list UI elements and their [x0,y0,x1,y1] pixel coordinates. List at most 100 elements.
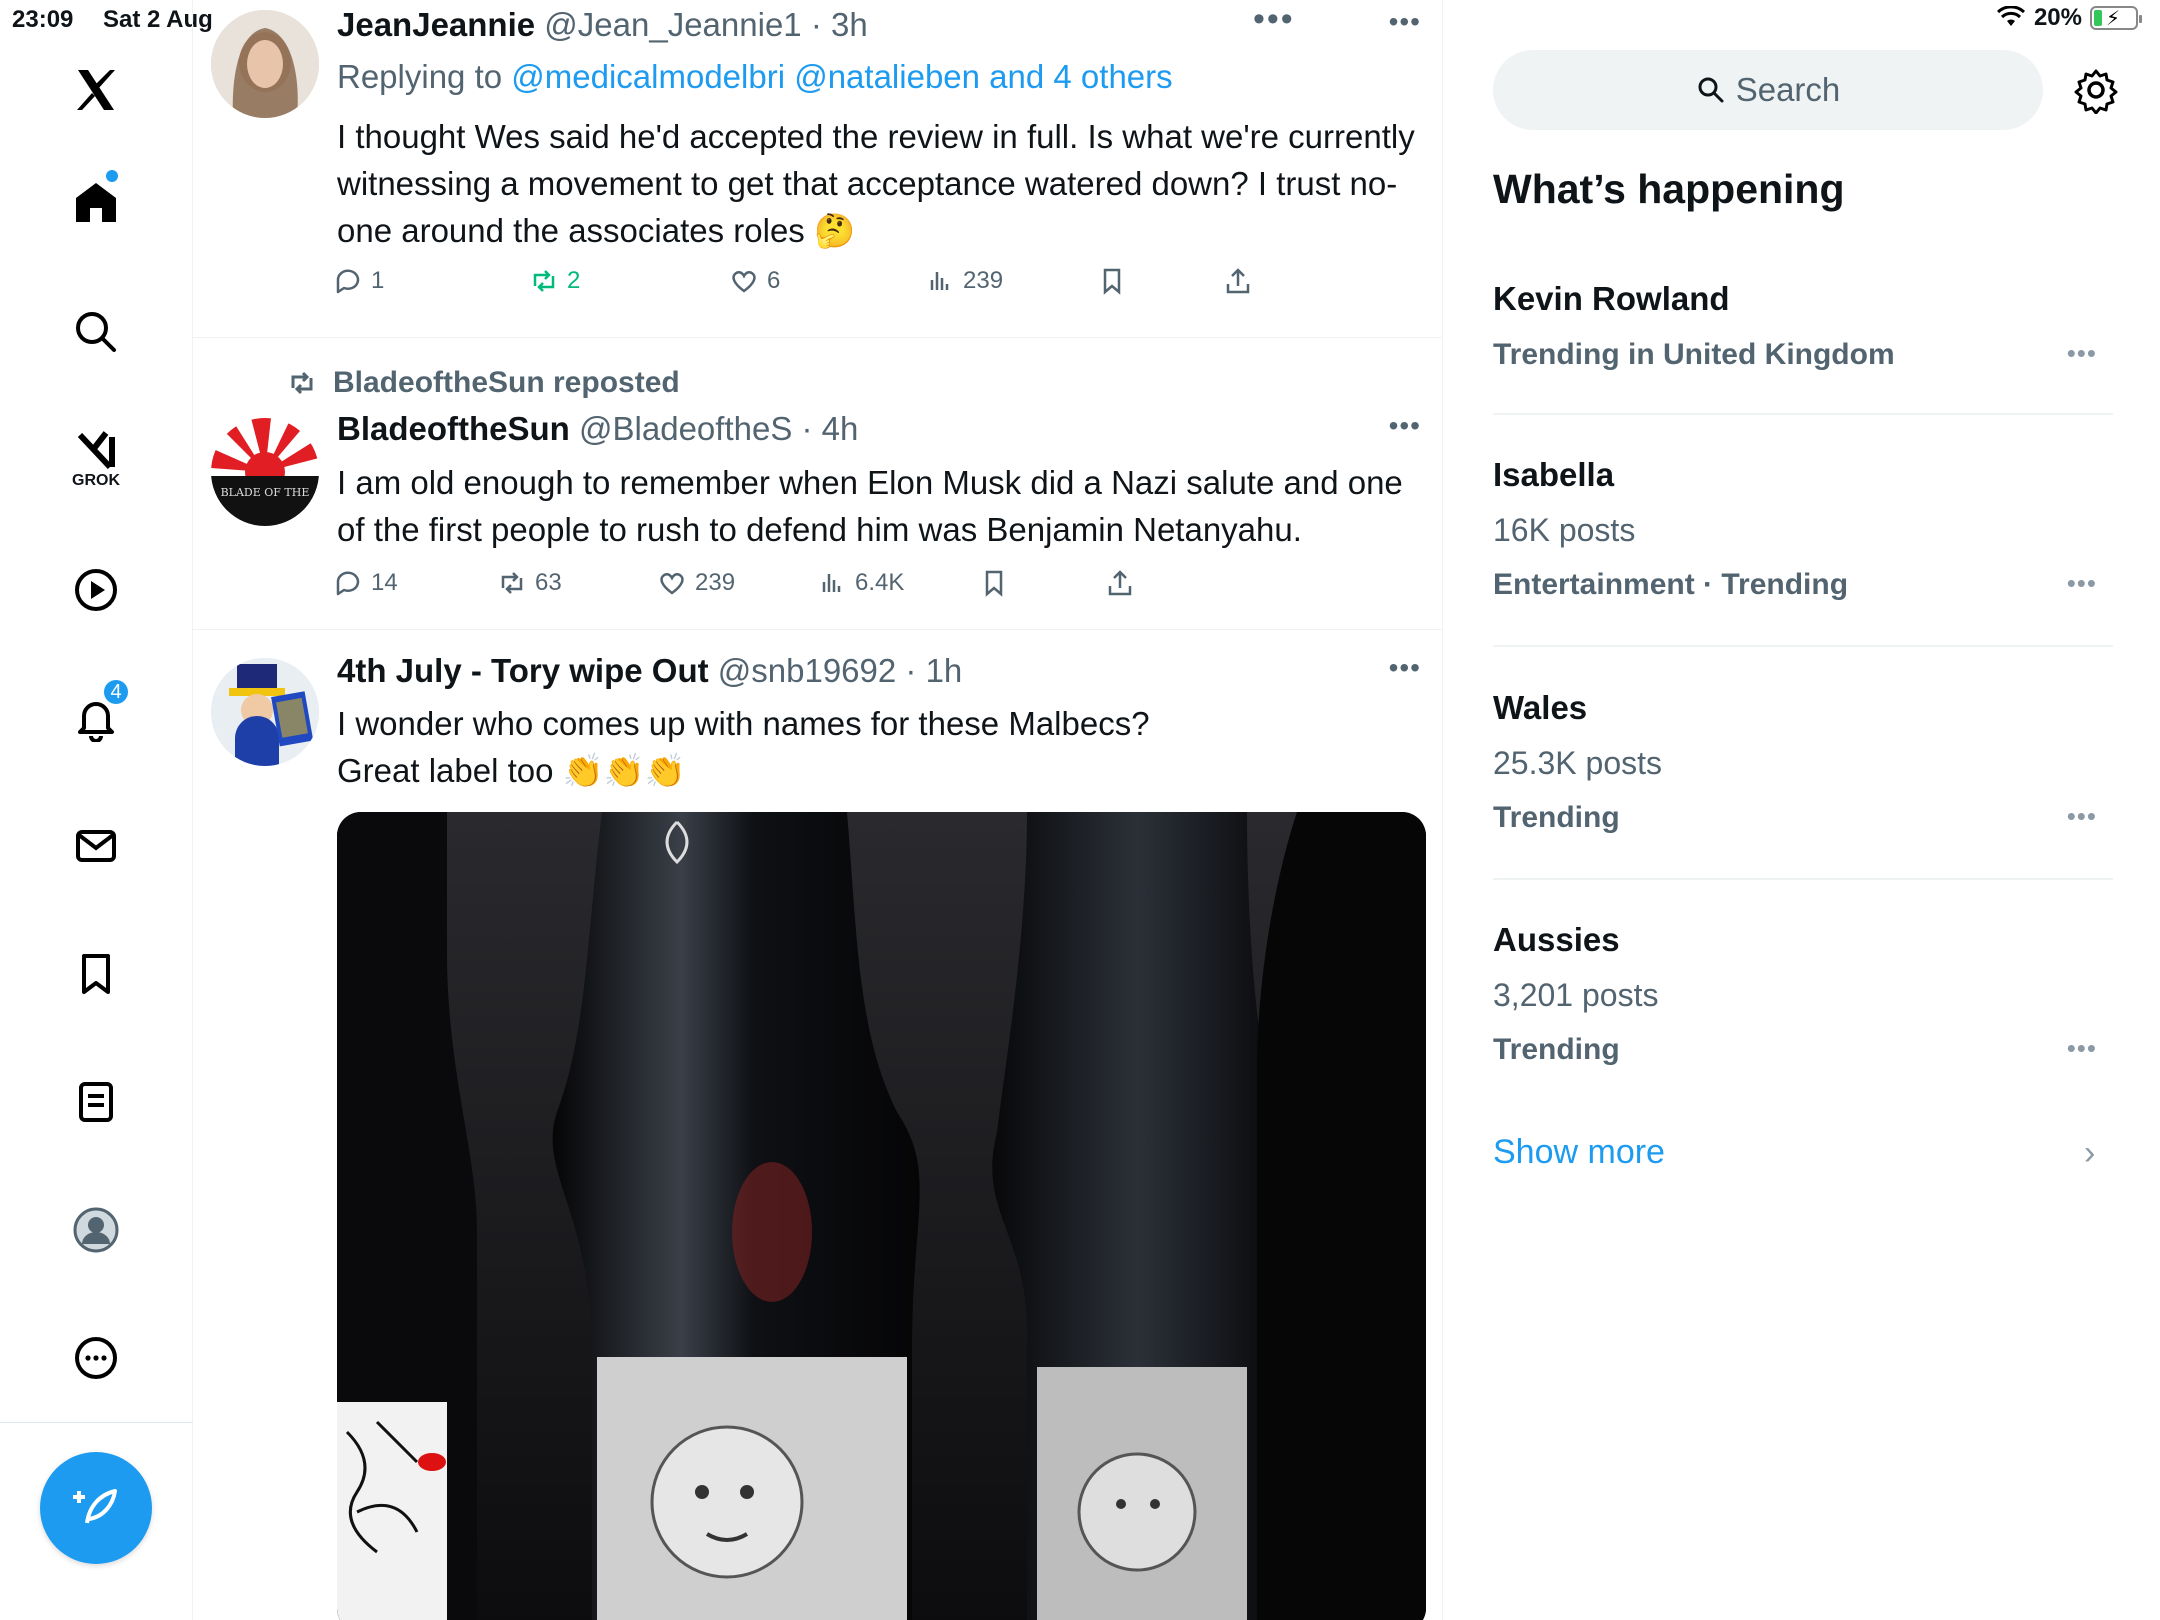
reposted-by: BladeoftheSun reposted [285,366,680,400]
bookmark-button[interactable] [1097,266,1127,296]
reply-count: 14 [371,569,398,596]
x-logo-icon[interactable] [56,50,136,130]
bookmark-icon [1103,268,1121,295]
trend-item[interactable]: Aussies 3,201 posts Trending ••• [1493,915,2113,1085]
notifications-badge: 4 [102,678,130,706]
tweet[interactable]: JeanJeannie @Jean_Jeannie1 · 3h ••• Repl… [193,0,1442,338]
search-icon [76,312,116,352]
tweet-text-line: Great label too 👏👏👏 [337,752,686,789]
tweet-text-line: I wonder who comes up with names for the… [337,705,1150,742]
search-input[interactable]: Search [1493,50,2043,130]
views-chart-icon [930,272,949,290]
trend-post-count: 16K posts [1493,512,1636,548]
heart-icon [660,573,684,595]
bookmark-button[interactable] [979,568,1009,598]
whats-happening-title: What’s happening [1493,166,1845,212]
trend-more-icon[interactable]: ••• [2067,801,2097,832]
views-button[interactable]: 239 [925,266,1003,296]
nav-more[interactable] [56,1318,136,1398]
trend-post-count: 3,201 posts [1493,977,1659,1013]
repost-button[interactable]: 2 [529,266,580,296]
gear-icon[interactable] [2072,66,2120,114]
left-navigation: GROK 4 [0,0,193,1620]
trend-item[interactable]: Isabella 16K posts Entertainment · Trend… [1493,450,2113,647]
profile-avatar-icon [73,1207,119,1253]
trend-context: Entertainment · Trending [1493,568,1849,601]
nav-explore[interactable] [56,292,136,372]
avatar[interactable] [211,658,319,766]
trend-post-count: 25.3K posts [1493,745,1662,781]
home-icon [76,183,116,222]
author-handle: @Jean_Jeannie1 · 3h [544,6,868,43]
trend-name: Wales [1493,689,1588,726]
repost-count: 2 [567,267,581,294]
nav-lists[interactable] [56,1062,136,1142]
nav-divider [0,1422,193,1423]
author-handle: @snb19692 · 1h [717,652,963,689]
nav-home[interactable] [56,162,136,242]
repost-icon [291,371,313,395]
views-chart-icon [822,574,841,592]
home-unread-dot [106,170,118,182]
tweet-text: I thought Wes said he'd accepted the rev… [337,118,1415,249]
like-button[interactable]: 239 [657,568,735,598]
chevron-right-icon[interactable]: › [2084,1134,2095,1173]
reposted-by-label[interactable]: BladeoftheSun reposted [333,366,680,400]
repost-button[interactable]: 63 [497,568,562,598]
avatar[interactable] [211,10,319,118]
trend-item[interactable]: Kevin Rowland Trending in United Kingdom… [1493,270,2113,415]
tweet[interactable]: 4th July - Tory wipe Out @snb19692 · 1h … [193,630,1442,1620]
replying-to-link[interactable]: @medicalmodelbri @natalieben and 4 other… [511,58,1172,95]
views-button[interactable]: 6.4K [817,568,904,598]
tweet[interactable]: BladeoftheSun reposted BLADE OF THE Blad… [193,338,1442,630]
like-button[interactable]: 6 [729,266,780,296]
nav-profile[interactable] [56,1190,136,1270]
like-count: 6 [767,267,781,294]
reply-icon [336,269,360,294]
nav-notifications[interactable]: 4 [56,678,136,758]
author-name[interactable]: JeanJeannie [337,6,535,43]
share-button[interactable] [1105,568,1135,598]
nav-bookmarks[interactable] [56,934,136,1014]
trend-more-icon[interactable]: ••• [2067,568,2097,599]
more-circle-icon [75,1337,117,1379]
nav-video[interactable] [56,550,136,630]
trend-more-icon[interactable]: ••• [2067,338,2097,369]
tweet-more-icon[interactable]: ••• [1389,652,1421,684]
views-count: 239 [963,267,1004,294]
reply-button[interactable]: 14 [333,568,398,598]
svg-text:BLADE OF THE: BLADE OF THE [221,486,310,499]
views-count: 6.4K [855,569,905,596]
timeline-feed[interactable]: ••• JeanJeannie @Jean_Jeannie1 · 3h ••• … [193,0,1443,1620]
list-icon [79,1082,113,1122]
reply-icon [336,571,360,596]
tweet-header: BladeoftheSun @BladeoftheS · 4h [337,410,858,448]
trend-more-icon[interactable]: ••• [2067,1033,2097,1064]
trend-name: Kevin Rowland [1493,280,1730,317]
nav-messages[interactable] [56,806,136,886]
right-sidebar: Search What’s happening Kevin Rowland Tr… [1444,0,2160,1620]
tweet-more-icon[interactable]: ••• [1389,410,1421,442]
repost-icon [501,572,523,594]
tweet-text: I wonder who comes up with names for the… [337,700,1427,794]
author-name[interactable]: BladeoftheSun [337,410,570,447]
trend-context: Trending [1493,801,1620,834]
share-icon [1108,570,1132,596]
trend-item[interactable]: Wales 25.3K posts Trending ••• [1493,683,2113,880]
bookmark-icon [82,954,110,994]
search-placeholder: Search [1735,71,1841,108]
tweet-more-icon[interactable]: ••• [1389,6,1421,38]
show-more-link[interactable]: Show more [1493,1133,1665,1172]
avatar[interactable]: BLADE OF THE [211,418,319,526]
like-count: 239 [695,569,736,596]
share-button[interactable] [1223,266,1253,296]
author-name[interactable]: 4th July - Tory wipe Out [337,652,709,689]
tweet-actions: 14 63 239 6.4K [333,568,1333,608]
search-icon [1698,77,1724,103]
nav-grok[interactable]: GROK [56,420,136,500]
tweet-media-photo[interactable] [337,812,1426,1620]
replying-to: Replying to @medicalmodelbri @natalieben… [337,58,1173,96]
compose-post-button[interactable] [40,1452,152,1564]
trend-name: Isabella [1493,456,1615,493]
reply-button[interactable]: 1 [333,266,384,296]
